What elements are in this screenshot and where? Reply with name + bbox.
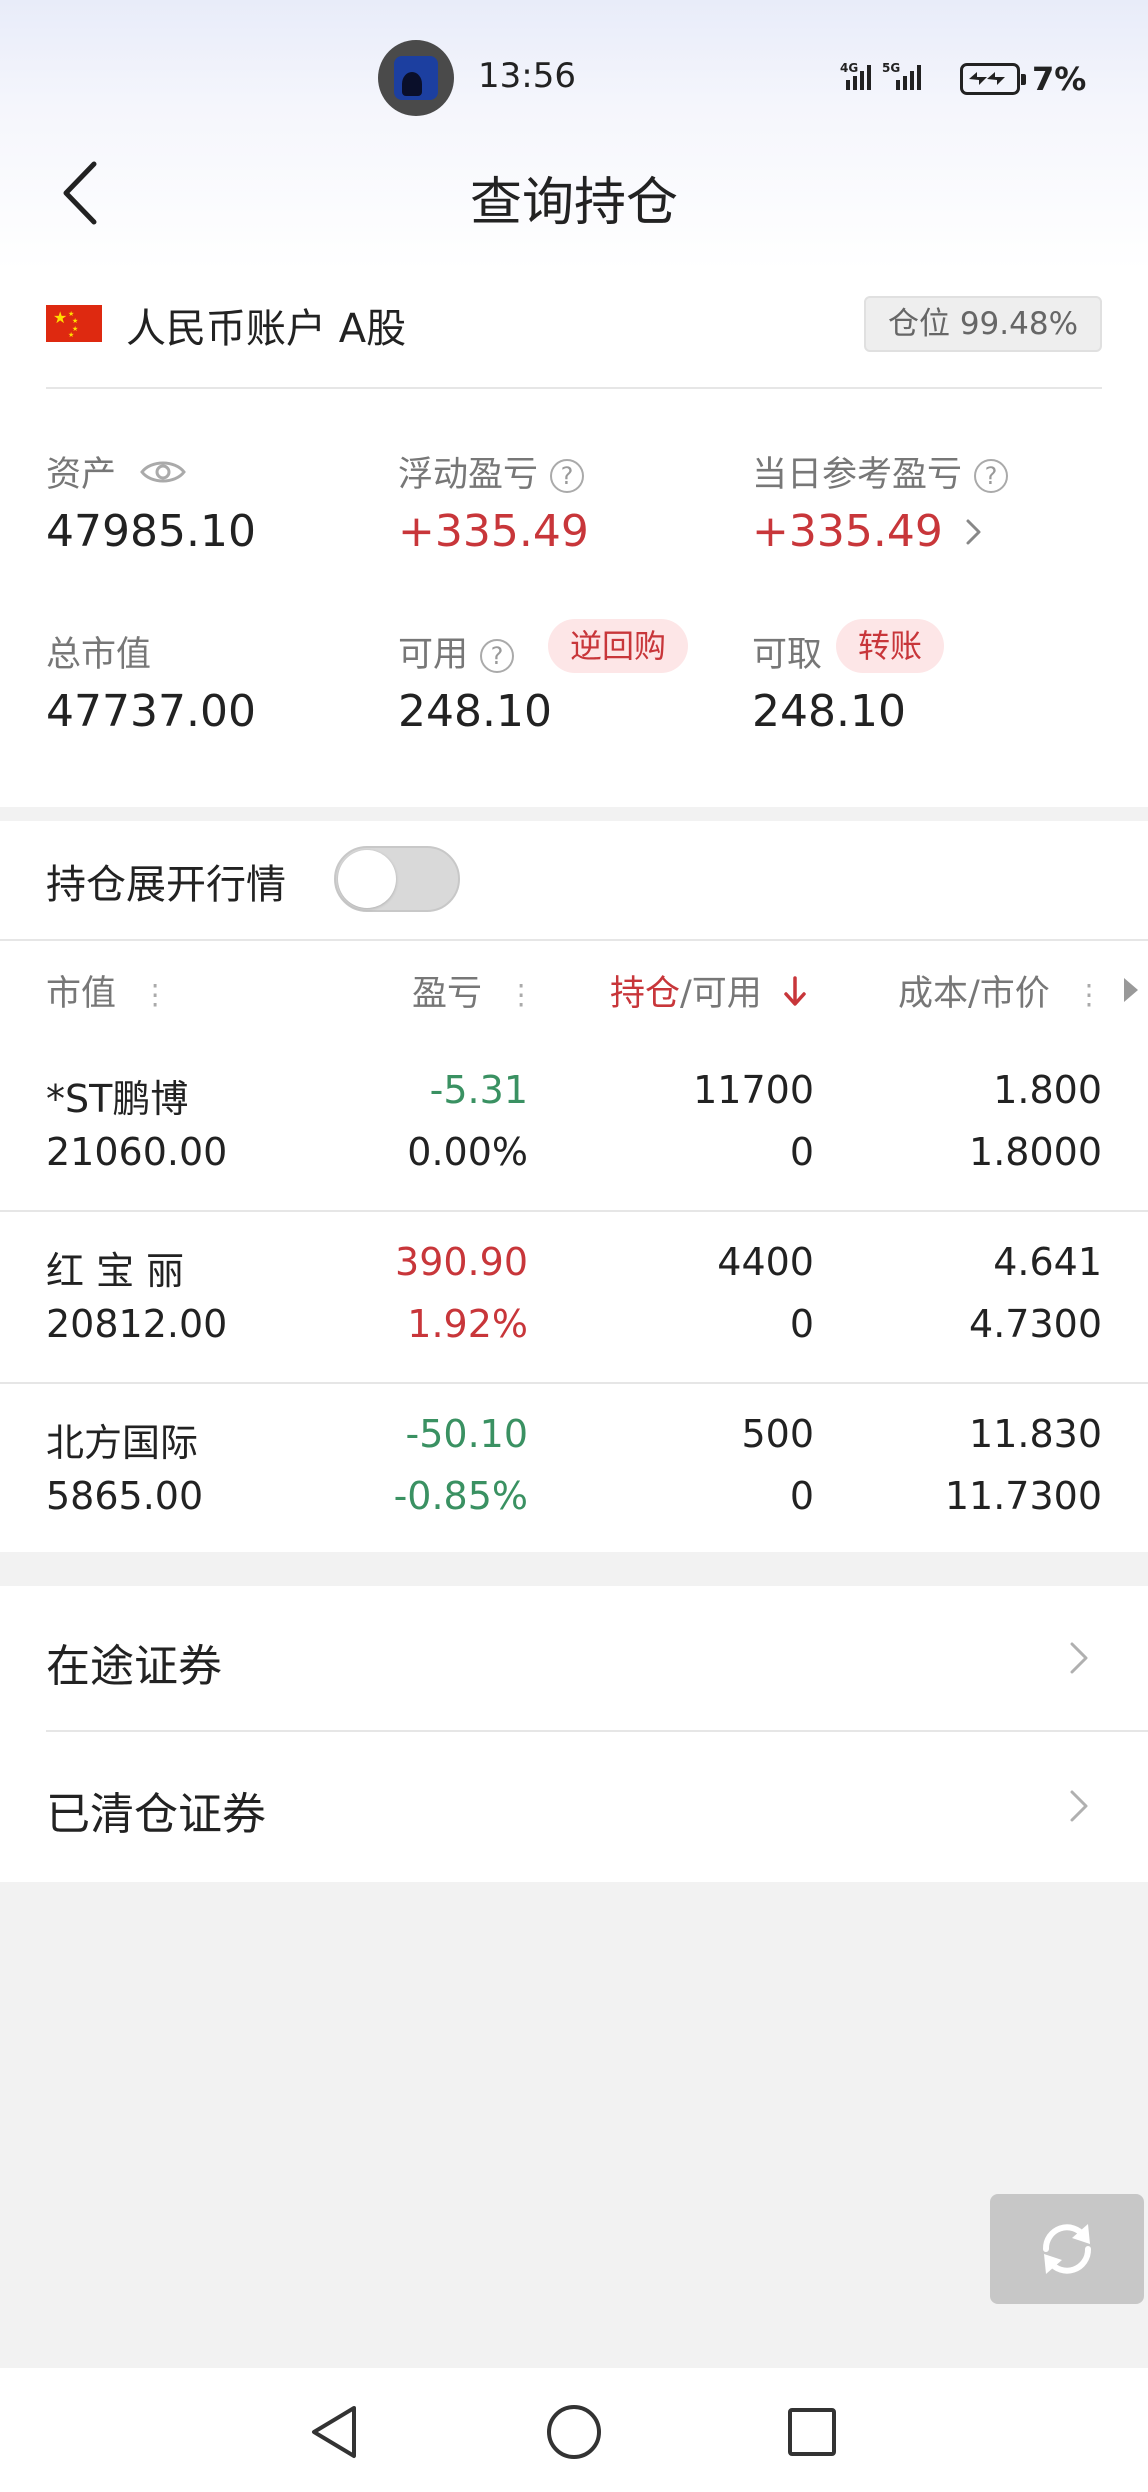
table-row[interactable]: [0, 1384, 1148, 1554]
expand-quotes-label: 持仓展开行情: [46, 862, 286, 908]
stock-holding: 500: [741, 1412, 814, 1456]
nav-recents-button[interactable]: [784, 2402, 840, 2466]
floating-pl-label: 浮动盈亏: [398, 455, 539, 495]
daily-pl-label: 当日参考盈亏: [752, 455, 963, 495]
avatar-image: [394, 56, 438, 100]
stock-cost: 11.830: [969, 1412, 1102, 1456]
available-label: 可用: [398, 635, 469, 675]
battery-indicator: 7%: [960, 60, 1086, 98]
avatar: [378, 40, 454, 116]
daily-pl-value: +335.49: [752, 506, 943, 557]
page-title: 查询持仓: [469, 173, 678, 233]
stock-pl: -50.10: [405, 1412, 529, 1456]
stock-available: 0: [789, 1474, 814, 1518]
column-available-label: /可用: [680, 974, 762, 1014]
stock-price: 4.7300: [969, 1302, 1102, 1346]
square-recents-icon: [788, 2408, 836, 2456]
stock-cost: 1.800: [993, 1068, 1102, 1112]
stock-name: *ST鹏博: [46, 1077, 189, 1121]
table-row[interactable]: [0, 1212, 1148, 1382]
account-name: 人民币账户 A股: [126, 306, 407, 352]
refresh-icon: [1042, 2224, 1092, 2274]
network-1-label: 4G: [840, 61, 858, 75]
table-row[interactable]: [0, 1041, 1148, 1211]
column-profit-loss-label: 盈亏: [412, 974, 483, 1014]
column-holding-available[interactable]: 持仓/可用: [610, 965, 807, 1017]
column-cost-price[interactable]: 成本/市价 ⋮: [898, 965, 1103, 1016]
help-icon[interactable]: ?: [974, 459, 1009, 493]
signal-icons: 4G 5G: [840, 60, 952, 98]
network-2-label: 5G: [882, 61, 900, 75]
assets-label: 资产: [46, 455, 117, 495]
column-market-value-label: 市值: [46, 974, 117, 1014]
withdrawable-label: 可取: [752, 635, 823, 675]
in-transit-securities-label: 在途证券: [46, 1641, 222, 1692]
stock-pl-pct: 0.00%: [407, 1130, 528, 1174]
cleared-securities-label: 已清仓证券: [46, 1789, 266, 1840]
stock-market-value: 20812.00: [46, 1302, 228, 1346]
toggle-knob: [338, 850, 396, 908]
triangle-back-icon: [312, 2406, 356, 2458]
refresh-button[interactable]: [990, 2194, 1144, 2304]
column-market-value[interactable]: 市值 ⋮: [46, 965, 169, 1016]
scroll-right-icon[interactable]: [1124, 978, 1138, 1002]
stock-price: 1.8000: [969, 1130, 1102, 1174]
stock-cost: 4.641: [993, 1240, 1102, 1284]
assets-label-group: 资产: [46, 446, 187, 497]
circle-home-icon: [547, 2405, 601, 2459]
available-value: 248.10: [398, 686, 552, 737]
section-gap: [0, 807, 1148, 821]
eye-icon[interactable]: [139, 456, 187, 496]
stock-available: 0: [789, 1302, 814, 1346]
nav-home-button[interactable]: [544, 2402, 604, 2466]
stock-pl-pct: 1.92%: [407, 1302, 528, 1346]
china-flag-icon: ★ ★ ★ ★ ★: [46, 305, 102, 342]
market-value-label: 总市值: [46, 635, 152, 675]
help-icon[interactable]: ?: [480, 639, 515, 673]
stock-pl-pct: -0.85%: [393, 1474, 528, 1518]
transfer-tag[interactable]: 转账: [836, 619, 945, 673]
stock-market-value: 21060.00: [46, 1130, 228, 1174]
cellular-signal-icon: 4G 5G: [840, 61, 921, 90]
column-holding-label: 持仓: [610, 974, 681, 1014]
chevron-right-icon: [1064, 1788, 1092, 1824]
more-vertical-icon: ⋮: [141, 981, 169, 1009]
stock-pl: -5.31: [429, 1068, 528, 1112]
more-vertical-icon: ⋮: [1075, 981, 1103, 1009]
assets-value: 47985.10: [46, 506, 256, 557]
column-profit-loss[interactable]: 盈亏 ⋮: [412, 965, 535, 1016]
column-cost-price-label: 成本/市价: [898, 974, 1050, 1014]
status-time: 13:56: [478, 56, 576, 96]
stock-name: 红 宝 丽: [46, 1249, 185, 1293]
stock-price: 11.7300: [944, 1474, 1102, 1518]
chevron-right-icon: [1064, 1640, 1092, 1676]
floating-pl-value: +335.49: [398, 506, 589, 557]
stock-name: 北方国际: [46, 1421, 199, 1465]
stock-holding: 11700: [693, 1068, 814, 1112]
expand-quotes-toggle[interactable]: [334, 846, 460, 912]
chevron-right-icon: [963, 509, 985, 560]
daily-pl-value-group[interactable]: +335.49: [752, 506, 985, 560]
stock-available: 0: [789, 1130, 814, 1174]
section-gap: [0, 1552, 1148, 1586]
reverse-repo-tag[interactable]: 逆回购: [548, 619, 689, 673]
help-icon[interactable]: ?: [550, 459, 585, 493]
nav-back-button[interactable]: [308, 2402, 360, 2466]
stock-market-value: 5865.00: [46, 1474, 204, 1518]
daily-pl-label-group: 当日参考盈亏?: [752, 446, 1009, 497]
battery-icon: [960, 63, 1026, 95]
stock-pl: 390.90: [395, 1240, 528, 1284]
floating-pl-label-group: 浮动盈亏?: [398, 446, 585, 497]
more-vertical-icon: ⋮: [507, 981, 535, 1009]
withdrawable-value: 248.10: [752, 686, 906, 737]
stock-holding: 4400: [717, 1240, 814, 1284]
market-value-value: 47737.00: [46, 686, 256, 737]
battery-percent: 7%: [1032, 60, 1087, 98]
sort-descending-icon: [783, 974, 807, 1017]
available-label-group: 可用?: [398, 626, 515, 677]
position-ratio-badge: 仓位 99.48%: [864, 296, 1102, 352]
